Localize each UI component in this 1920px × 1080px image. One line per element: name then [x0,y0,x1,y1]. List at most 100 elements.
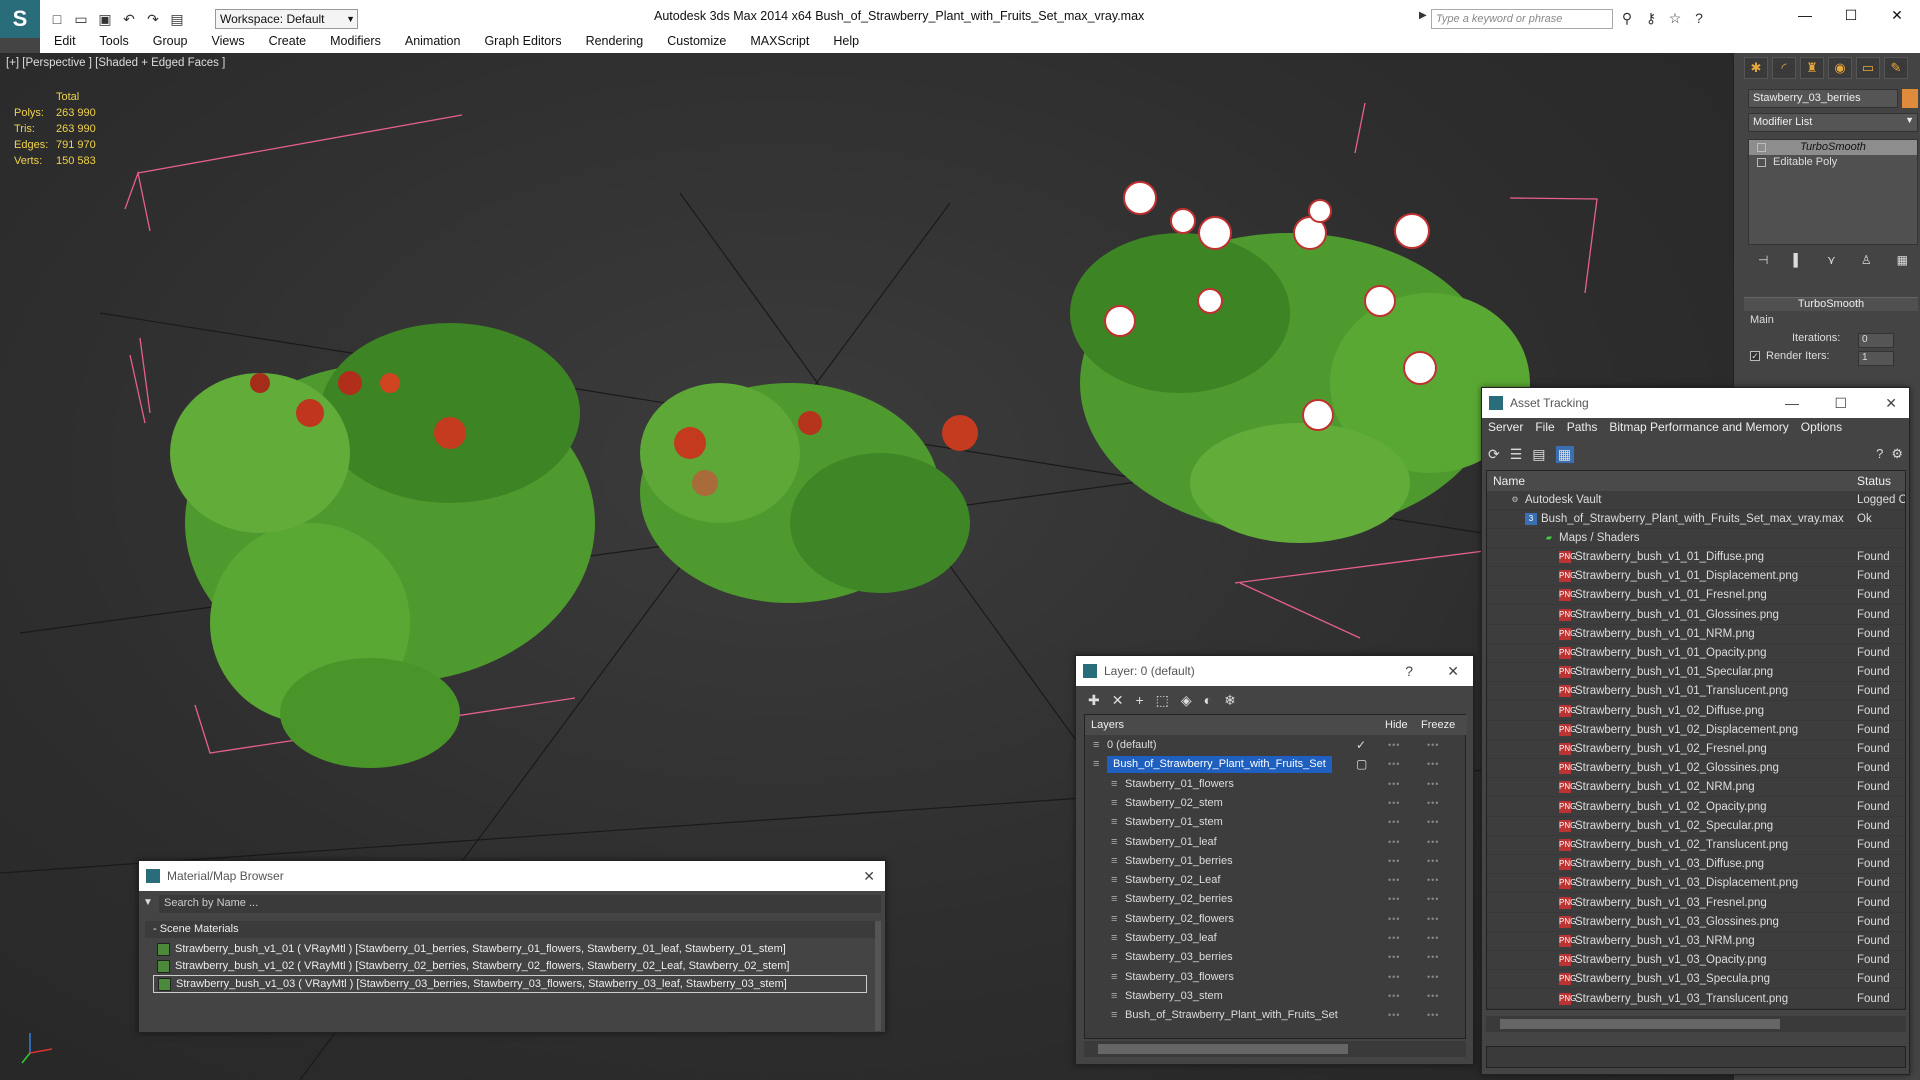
hide-toggle[interactable]: ••• [1388,948,1400,967]
workspace-dropdown[interactable]: Workspace: Default ▼ [215,9,358,29]
hide-toggle[interactable]: ••• [1388,755,1400,774]
stack-item-editable-poly[interactable]: Editable Poly [1749,155,1917,170]
hide-toggle[interactable]: ••• [1388,929,1400,948]
map-row[interactable]: PNG Strawberry_bush_v1_03_Glossines.png Fo… [1487,913,1905,932]
app-logo[interactable]: S [0,0,40,38]
project-folder-icon[interactable]: ▤ [168,10,186,28]
save-icon[interactable]: ▣ [96,10,114,28]
map-row[interactable]: PNG Strawberry_bush_v1_02_Displacement.pn… [1487,721,1905,740]
hide-toggle[interactable]: ••• [1388,833,1400,852]
layer-row[interactable]: ≡ Stawberry_01_leaf ••• ••• [1085,833,1467,852]
filter-arrow-icon[interactable]: ▼ [143,897,153,908]
menu-item-help[interactable]: Help [819,31,869,53]
menu-item-tools[interactable]: Tools [86,31,139,53]
column-name[interactable]: Name [1493,471,1525,491]
scrollbar-thumb[interactable] [1098,1044,1348,1054]
menu-item-rendering[interactable]: Rendering [572,31,654,53]
map-row[interactable]: PNG Strawberry_bush_v1_03_NRM.png Found [1487,932,1905,951]
layer-horizontal-scrollbar[interactable] [1084,1041,1466,1057]
layer-row[interactable]: ≡ 0 (default) ✓ ••• ••• [1085,736,1467,755]
expand-icon[interactable] [1757,158,1766,167]
freeze-toggle[interactable]: ••• [1427,890,1439,909]
lightbulb-icon[interactable] [1757,143,1766,152]
hide-toggle[interactable]: ••• [1388,890,1400,909]
hide-toggle[interactable]: ••• [1388,775,1400,794]
iterations-spinner[interactable]: 0 [1858,333,1894,348]
modify-tab-icon[interactable]: ◜ [1772,57,1796,79]
hide-toggle[interactable]: ••• [1388,968,1400,987]
map-row[interactable]: PNG Strawberry_bush_v1_03_Opacity.png Foun… [1487,951,1905,971]
material-search-input[interactable]: Search by Name ... [159,895,881,913]
show-end-result-icon[interactable]: ▌ [1793,253,1802,267]
maximize-icon[interactable]: ☐ [1834,388,1847,418]
map-row[interactable]: PNG Strawberry_bush_v1_01_Opacity.png Foun… [1487,644,1905,663]
menu-item-edit[interactable]: Edit [40,31,86,53]
layer-row[interactable]: ≡ Stawberry_01_stem ••• ••• [1085,813,1467,832]
binoculars-icon[interactable]: ⚲ [1618,10,1636,27]
layer-row[interactable]: ≡ Stawberry_02_berries ••• ••• [1085,890,1467,909]
freeze-toggle[interactable]: ••• [1427,852,1439,871]
help-icon[interactable]: ? [1690,10,1708,27]
material-list-item[interactable]: Strawberry_bush_v1_01 ( VRayMtl ) [Stawb… [153,941,867,959]
freeze-toggle[interactable]: ••• [1427,929,1439,948]
redo-icon[interactable]: ↷ [144,10,162,28]
map-row[interactable]: PNG Strawberry_bush_v1_02_Fresnel.png Foun… [1487,740,1905,759]
material-list-item[interactable]: Strawberry_bush_v1_02 ( VRayMtl ) [Stawb… [153,958,867,976]
help-icon[interactable]: ? [1405,656,1413,686]
layer-row[interactable]: ≡ Stawberry_01_flowers ••• ••• [1085,775,1467,794]
freeze-toggle[interactable]: ••• [1427,871,1439,890]
close-icon[interactable]: ✕ [1885,388,1897,418]
layer-row[interactable]: ≡ Stawberry_03_leaf ••• ••• [1085,929,1467,948]
freeze-toggle[interactable]: ••• [1427,910,1439,929]
maximize-icon[interactable]: ☐ [1828,0,1874,30]
menu-item-graph-editors[interactable]: Graph Editors [470,31,571,53]
freeze-toggle[interactable]: ••• [1427,1006,1439,1025]
key-icon[interactable]: ⚷ [1642,10,1660,27]
minimize-icon[interactable]: — [1785,388,1799,418]
new-file-icon[interactable]: □ [48,10,66,28]
asset-horizontal-scrollbar[interactable] [1486,1016,1906,1032]
freeze-toggle[interactable]: ••• [1427,775,1439,794]
material-list-item[interactable]: Strawberry_bush_v1_03 ( VRayMtl ) [Stawb… [153,975,867,993]
detail-view-icon[interactable]: ▤ [1532,446,1545,463]
close-icon[interactable]: ✕ [1874,0,1920,30]
asset-menu-options[interactable]: Options [1795,420,1848,434]
map-row[interactable]: PNG Strawberry_bush_v1_01_NRM.png Found [1487,625,1905,644]
menu-item-create[interactable]: Create [255,31,317,53]
star-icon[interactable]: ☆ [1666,10,1684,27]
map-row[interactable]: PNG Strawberry_bush_v1_03_Translucent.png… [1487,990,1905,1009]
map-row[interactable]: PNG Strawberry_bush_v1_03_Displacement.pn… [1487,874,1905,894]
utilities-tab-icon[interactable]: ✎ [1884,57,1908,79]
menu-item-animation[interactable]: Animation [391,31,471,53]
modifier-list-dropdown[interactable]: Modifier List ▼ [1748,113,1918,132]
freeze-toggle[interactable]: ••• [1427,736,1439,755]
asset-menu-server[interactable]: Server [1482,420,1529,434]
map-row[interactable]: PNG Strawberry_bush_v1_03_Diffuse.png Foun… [1487,855,1905,875]
vault-row[interactable]: ⚙ Autodesk Vault Logged O [1487,491,1905,510]
map-row[interactable]: PNG Strawberry_bush_v1_03_Fresnel.png Foun… [1487,894,1905,913]
object-color-swatch[interactable] [1902,89,1918,108]
hide-toggle[interactable]: ••• [1388,736,1400,755]
column-status[interactable]: Status [1857,471,1891,491]
render-iters-checkbox[interactable]: ✓ [1750,351,1760,362]
freeze-toggle[interactable]: ••• [1427,987,1439,1006]
list-view-icon[interactable]: ☰ [1510,446,1523,463]
map-row[interactable]: PNG Strawberry_bush_v1_02_Specular.png Fou… [1487,817,1905,836]
asset-menu-bitmap-performance-and-memory[interactable]: Bitmap Performance and Memory [1603,420,1794,434]
hide-toggle[interactable]: ••• [1388,813,1400,832]
map-row[interactable]: PNG Strawberry_bush_v1_01_Translucent.png… [1487,682,1905,702]
keyword-search-input[interactable]: Type a keyword or phrase [1431,9,1613,29]
menu-item-modifiers[interactable]: Modifiers [316,31,391,53]
scene-materials-category[interactable]: - Scene Materials [145,921,875,938]
material-scrollbar[interactable] [875,921,881,1031]
menu-item-customize[interactable]: Customize [653,31,736,53]
freeze-toggle[interactable]: ••• [1427,948,1439,967]
remove-modifier-icon[interactable]: ♙ [1861,253,1872,267]
configure-sets-icon[interactable]: ▦ [1897,253,1908,267]
menu-item-maxscript[interactable]: MAXScript [736,31,819,53]
refresh-icon[interactable]: ⟳ [1488,446,1500,463]
asset-menu-file[interactable]: File [1529,420,1560,434]
delete-layer-icon[interactable]: ✕ [1112,692,1124,709]
new-layer-icon[interactable]: ✚ [1088,692,1100,709]
map-row[interactable]: PNG Strawberry_bush_v1_01_Displacement.pn… [1487,567,1905,587]
